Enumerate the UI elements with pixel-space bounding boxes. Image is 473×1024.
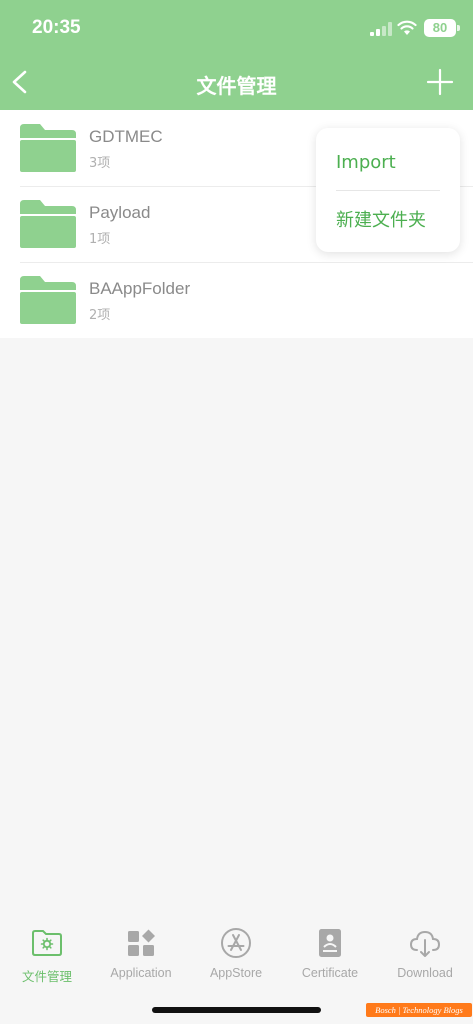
folder-gear-icon [32, 930, 62, 956]
list-item-baappfolder[interactable]: BAAppFolder 2项 [0, 262, 473, 338]
apps-grid-icon [128, 929, 155, 956]
folder-name: BAAppFolder [89, 279, 191, 298]
certificate-icon [319, 929, 341, 957]
folder-name: Payload [89, 203, 151, 222]
page-title: 文件管理 [196, 74, 277, 98]
status-bar: 20:35 80 [0, 0, 473, 56]
home-indicator [152, 1007, 321, 1013]
app-store-icon [221, 928, 251, 958]
watermark: Bosch | Technology Blogs [366, 1003, 472, 1017]
new-folder-menu-item[interactable]: 新建文件夹 [336, 206, 426, 232]
folder-count: 2项 [89, 308, 111, 323]
battery-tip [457, 25, 460, 31]
header: 20:35 80 文件管理 [0, 0, 473, 110]
folder-count: 1项 [89, 232, 111, 247]
tab-file-management[interactable]: 文件管理 [0, 926, 94, 986]
tab-certificate[interactable]: Certificate [283, 926, 377, 986]
add-popover-menu: Import 新建文件夹 [316, 128, 460, 252]
import-menu-item[interactable]: Import [336, 152, 396, 173]
battery-icon: 80 [424, 19, 456, 37]
tab-label: Application [110, 966, 172, 980]
tab-appstore[interactable]: AppStore [189, 926, 283, 986]
tab-label: 文件管理 [21, 970, 72, 984]
add-button[interactable] [424, 66, 456, 98]
tab-application[interactable]: Application [94, 926, 188, 986]
plus-icon [426, 68, 454, 96]
cloud-download-icon [409, 930, 441, 957]
wifi-icon [397, 20, 417, 35]
signal-icon [370, 22, 392, 36]
nav-bar: 文件管理 [0, 56, 473, 110]
folder-icon [20, 124, 76, 172]
tab-label: AppStore [209, 966, 263, 980]
tab-download[interactable]: Download [378, 926, 472, 986]
folder-name: GDTMEC [89, 127, 163, 146]
tab-label: Certificate [301, 966, 359, 980]
folder-icon [20, 200, 76, 248]
folder-count: 3项 [89, 156, 111, 171]
status-time: 20:35 [32, 17, 81, 38]
folder-icon [20, 276, 76, 324]
divider [336, 190, 440, 191]
tab-label: Download [397, 966, 453, 980]
